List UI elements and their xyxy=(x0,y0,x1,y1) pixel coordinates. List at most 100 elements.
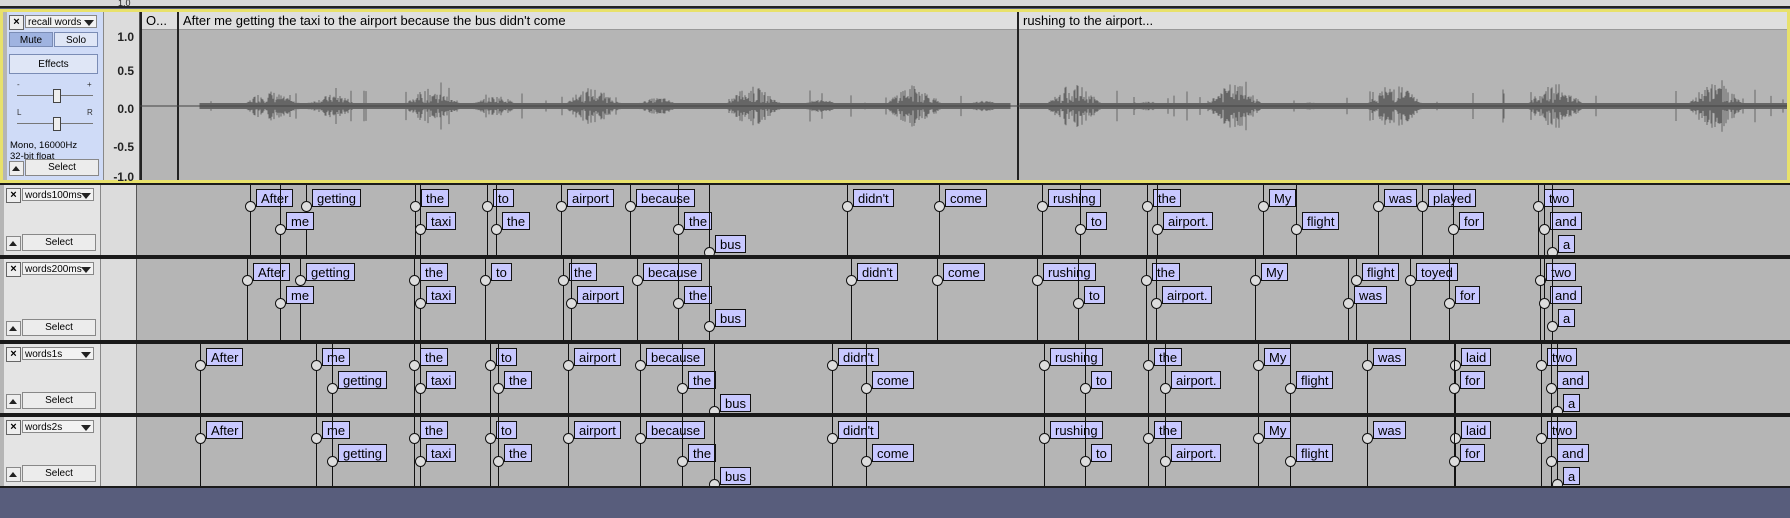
label-handle-icon[interactable] xyxy=(1080,456,1091,467)
label-handle-icon[interactable] xyxy=(295,275,306,286)
label-handle-icon[interactable] xyxy=(1405,275,1416,286)
label-me[interactable]: me xyxy=(286,212,315,230)
label-didnt[interactable]: didn't xyxy=(857,263,898,281)
label-handle-icon[interactable] xyxy=(1448,224,1459,235)
label-boundary-line[interactable] xyxy=(682,417,683,486)
label-boundary-line[interactable] xyxy=(1551,344,1552,413)
label-track[interactable]: × words200ms Select After getting me the tax… xyxy=(0,257,1790,342)
label-boundary-line[interactable] xyxy=(939,185,940,255)
label-a[interactable]: a xyxy=(1563,394,1581,412)
label-track[interactable]: × words100ms Select After getting me the tax… xyxy=(0,183,1790,257)
label-to[interactable]: to xyxy=(496,348,517,366)
label-my[interactable]: My xyxy=(1261,263,1289,281)
label-handle-icon[interactable] xyxy=(635,433,646,444)
label-taxi[interactable]: taxi xyxy=(426,444,457,462)
label-handle-icon[interactable] xyxy=(934,201,945,212)
label-handle-icon[interactable] xyxy=(409,360,420,371)
label-handle-icon[interactable] xyxy=(195,433,206,444)
label-handle-icon[interactable] xyxy=(1253,433,1264,444)
label-airport[interactable]: airport xyxy=(567,189,614,207)
label-handle-icon[interactable] xyxy=(491,224,502,235)
label-boundary-line[interactable] xyxy=(640,417,641,486)
label-bus[interactable]: bus xyxy=(715,309,746,327)
label-boundary-line[interactable] xyxy=(1290,417,1291,486)
label-for[interactable]: for xyxy=(1460,444,1486,462)
label-boundary-line[interactable] xyxy=(714,417,715,486)
label-boundary-line[interactable] xyxy=(1410,259,1411,340)
label-boundary-line[interactable] xyxy=(1148,417,1149,486)
label-boundary-line[interactable] xyxy=(280,185,281,255)
label-handle-icon[interactable] xyxy=(846,275,857,286)
label-handle-icon[interactable] xyxy=(311,433,322,444)
label-handle-icon[interactable] xyxy=(827,433,838,444)
label-boundary-line[interactable] xyxy=(1255,259,1256,340)
label-boundary-line[interactable] xyxy=(487,185,488,255)
gain-slider[interactable] xyxy=(17,89,93,103)
label-boundary-line[interactable] xyxy=(714,344,715,413)
effects-button[interactable]: Effects xyxy=(9,54,98,74)
label-didnt[interactable]: didn't xyxy=(853,189,894,207)
label-handle-icon[interactable] xyxy=(275,224,286,235)
label-handle-icon[interactable] xyxy=(566,298,577,309)
label-a[interactable]: a xyxy=(1563,467,1581,485)
close-track-button[interactable]: × xyxy=(6,347,21,362)
label-handle-icon[interactable] xyxy=(1291,224,1302,235)
label-handle-icon[interactable] xyxy=(1552,406,1563,413)
label-the[interactable]: the xyxy=(502,212,531,230)
label-handle-icon[interactable] xyxy=(1073,298,1084,309)
label-laid[interactable]: laid xyxy=(1461,421,1492,439)
label-boundary-line[interactable] xyxy=(1454,344,1455,413)
label-handle-icon[interactable] xyxy=(1449,456,1460,467)
label-handle-icon[interactable] xyxy=(1253,360,1264,371)
label-boundary-line[interactable] xyxy=(420,344,421,413)
label-the[interactable]: the xyxy=(504,371,533,389)
label-boundary-line[interactable] xyxy=(640,344,641,413)
label-handle-icon[interactable] xyxy=(1417,201,1428,212)
label-boundary-line[interactable] xyxy=(1367,417,1368,486)
label-come[interactable]: come xyxy=(943,263,985,281)
label-the[interactable]: the xyxy=(420,348,449,366)
track-name-menu[interactable]: words1s xyxy=(22,347,94,360)
label-boundary-line[interactable] xyxy=(316,344,317,413)
close-track-button[interactable]: × xyxy=(9,15,24,30)
label-the[interactable]: the xyxy=(1154,421,1183,439)
label-my[interactable]: My xyxy=(1269,189,1297,207)
label-handle-icon[interactable] xyxy=(1536,433,1547,444)
label-to[interactable]: to xyxy=(1086,212,1107,230)
track-name-menu[interactable]: words2s xyxy=(22,420,94,433)
label-boundary-line[interactable] xyxy=(1258,344,1259,413)
label-airport[interactable]: airport. xyxy=(1171,444,1222,462)
label-rushing[interactable]: rushing xyxy=(1043,263,1096,281)
label-for[interactable]: for xyxy=(1460,371,1486,389)
label-boundary-line[interactable] xyxy=(1541,417,1542,486)
label-was[interactable]: was xyxy=(1384,189,1418,207)
label-handle-icon[interactable] xyxy=(704,321,715,332)
label-boundary-line[interactable] xyxy=(414,344,415,413)
label-airport[interactable]: airport. xyxy=(1162,286,1213,304)
label-handle-icon[interactable] xyxy=(673,224,684,235)
label-handle-icon[interactable] xyxy=(1151,298,1162,309)
label-handle-icon[interactable] xyxy=(1250,275,1261,286)
label-boundary-line[interactable] xyxy=(1453,185,1454,255)
label-handle-icon[interactable] xyxy=(1536,360,1547,371)
label-me[interactable]: me xyxy=(286,286,315,304)
label-handle-icon[interactable] xyxy=(1142,201,1153,212)
label-after[interactable]: After xyxy=(206,348,244,366)
label-handle-icon[interactable] xyxy=(861,456,872,467)
label-handle-icon[interactable] xyxy=(1546,383,1557,394)
label-handle-icon[interactable] xyxy=(409,275,420,286)
label-boundary-line[interactable] xyxy=(1165,417,1166,486)
label-handle-icon[interactable] xyxy=(415,383,426,394)
label-to[interactable]: to xyxy=(1091,444,1112,462)
label-the[interactable]: the xyxy=(420,263,449,281)
label-area[interactable]: After getting me the taxi to the airport because… xyxy=(137,185,1790,255)
label-boundary-line[interactable] xyxy=(1296,185,1297,255)
label-handle-icon[interactable] xyxy=(1160,383,1171,394)
label-flight[interactable]: flight xyxy=(1296,371,1334,389)
label-handle-icon[interactable] xyxy=(1351,275,1362,286)
label-handle-icon[interactable] xyxy=(493,383,504,394)
label-handle-icon[interactable] xyxy=(1258,201,1269,212)
label-handle-icon[interactable] xyxy=(1362,360,1373,371)
label-boundary-line[interactable] xyxy=(1557,417,1558,486)
label-handle-icon[interactable] xyxy=(275,298,286,309)
